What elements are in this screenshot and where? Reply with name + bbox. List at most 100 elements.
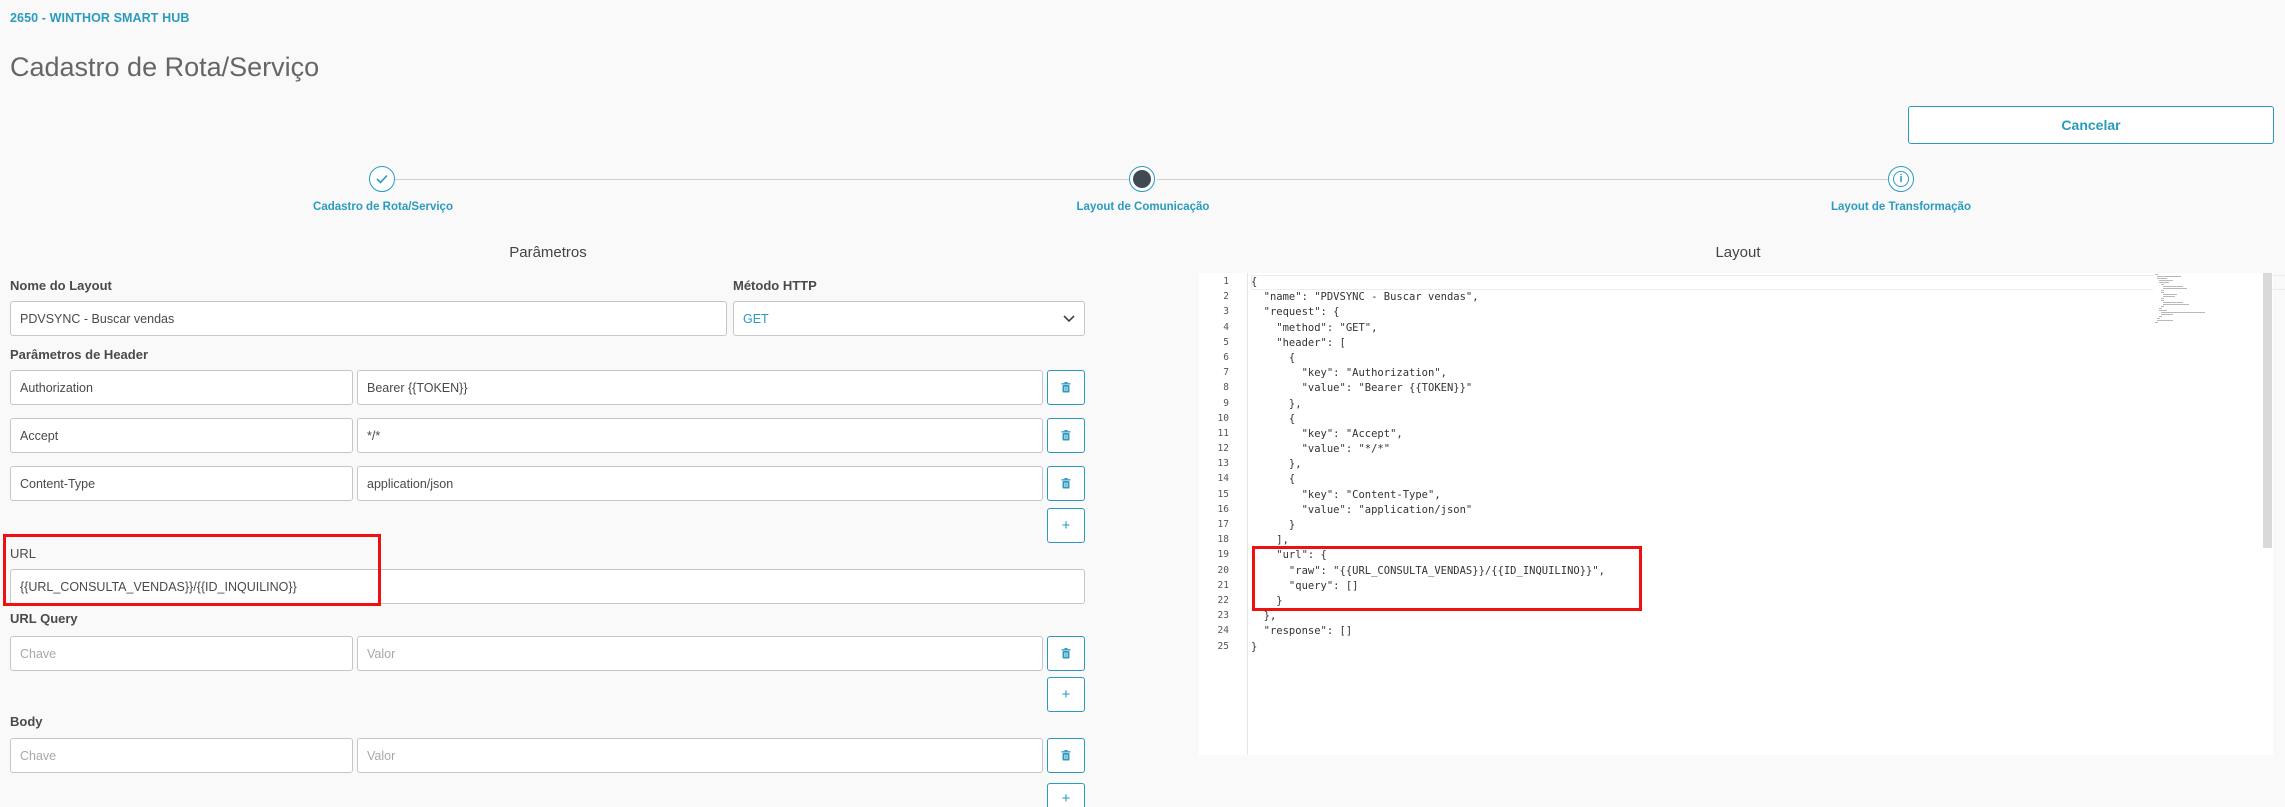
code-text: "request": { bbox=[1251, 306, 1340, 319]
layout-name-label: Nome do Layout bbox=[10, 278, 112, 293]
line-number: 4 bbox=[1223, 321, 1229, 333]
code-url-highlight-box bbox=[1252, 546, 1642, 611]
step-2-label: Layout de Comunicação bbox=[1076, 201, 1210, 213]
parameters-title: Parâmetros bbox=[509, 244, 587, 261]
code-line: 8 "value": "Bearer {{TOKEN}}" bbox=[1199, 382, 2259, 397]
url-query-key-input[interactable]: Chave bbox=[10, 636, 353, 671]
line-number: 15 bbox=[1217, 488, 1229, 500]
code-line: 23 }, bbox=[1199, 610, 2259, 625]
delete-query-button[interactable] bbox=[1047, 636, 1085, 671]
code-line: 4 "method": "GET", bbox=[1199, 322, 2259, 337]
code-text: "header": [ bbox=[1251, 336, 1346, 349]
delete-header-button[interactable] bbox=[1047, 418, 1085, 453]
header-value-input[interactable]: */* bbox=[357, 418, 1043, 453]
line-number: 14 bbox=[1217, 473, 1229, 485]
delete-header-button[interactable] bbox=[1047, 466, 1085, 501]
code-text: }, bbox=[1251, 610, 1277, 623]
line-number: 5 bbox=[1223, 336, 1229, 348]
trash-icon bbox=[1061, 430, 1071, 441]
code-text: "key": "Authorization", bbox=[1251, 367, 1447, 380]
line-number: 25 bbox=[1217, 640, 1229, 652]
code-text: "name": "PDVSYNC - Buscar vendas", bbox=[1251, 291, 1479, 304]
code-line: 9 }, bbox=[1199, 398, 2259, 413]
add-header-button[interactable]: + bbox=[1047, 508, 1085, 543]
url-query-value-input[interactable]: Valor bbox=[357, 636, 1043, 671]
header-key-input[interactable]: Authorization bbox=[10, 370, 353, 405]
trash-icon bbox=[1061, 478, 1071, 489]
step-1-check-icon[interactable] bbox=[369, 166, 395, 192]
code-line: 5 "header": [ bbox=[1199, 337, 2259, 352]
step-2-current-icon[interactable] bbox=[1129, 166, 1155, 192]
line-number: 16 bbox=[1217, 503, 1229, 515]
url-highlight-box bbox=[3, 534, 381, 606]
add-query-button[interactable]: + bbox=[1047, 677, 1085, 712]
code-text: { bbox=[1251, 276, 1258, 288]
line-number: 22 bbox=[1217, 594, 1229, 606]
header-value-input[interactable]: application/json bbox=[357, 466, 1043, 501]
code-line: 24 "response": [] bbox=[1199, 625, 2259, 640]
add-body-button[interactable]: + bbox=[1047, 783, 1085, 807]
line-number: 20 bbox=[1217, 564, 1229, 576]
header-key-input[interactable]: Accept bbox=[10, 418, 353, 453]
editor-scrollbar[interactable] bbox=[2263, 273, 2272, 548]
code-line: 12 "value": "*/*" bbox=[1199, 443, 2259, 458]
line-number: 10 bbox=[1217, 412, 1229, 424]
step-1-label: Cadastro de Rota/Serviço bbox=[313, 201, 453, 213]
line-number: 13 bbox=[1217, 458, 1229, 470]
code-line: 16 "value": "application/json" bbox=[1199, 504, 2259, 519]
http-method-value: GET bbox=[743, 311, 769, 326]
header-params-label: Parâmetros de Header bbox=[10, 347, 149, 362]
url-query-label: URL Query bbox=[10, 611, 78, 626]
code-text: }, bbox=[1251, 458, 1302, 471]
plus-icon: + bbox=[1061, 686, 1071, 703]
step-3-info-icon[interactable]: i bbox=[1888, 166, 1914, 192]
http-method-label: Método HTTP bbox=[733, 278, 817, 293]
app-code: 2650 - WINTHOR SMART HUB bbox=[10, 11, 190, 25]
body-key-input[interactable]: Chave bbox=[10, 738, 353, 773]
line-number: 9 bbox=[1223, 397, 1229, 409]
line-number: 2 bbox=[1223, 291, 1229, 303]
body-value-input[interactable]: Valor bbox=[357, 738, 1043, 773]
line-number: 24 bbox=[1217, 625, 1229, 637]
step-3-label: Layout de Transformação bbox=[1831, 201, 1971, 213]
code-text: "value": "Bearer {{TOKEN}}" bbox=[1251, 382, 1473, 395]
plus-icon: + bbox=[1061, 517, 1071, 534]
line-number: 19 bbox=[1217, 549, 1229, 561]
code-line: 11 "key": "Accept", bbox=[1199, 428, 2259, 443]
stepper-line bbox=[395, 179, 1142, 180]
delete-body-button[interactable] bbox=[1047, 738, 1085, 773]
http-method-select[interactable]: GET bbox=[733, 301, 1085, 336]
code-text: { bbox=[1251, 473, 1296, 486]
layout-title: Layout bbox=[1715, 244, 1761, 261]
delete-header-button[interactable] bbox=[1047, 370, 1085, 405]
line-number: 12 bbox=[1217, 443, 1229, 455]
code-line: 13 }, bbox=[1199, 458, 2259, 473]
layout-code-editor[interactable]: 1{2 "name": "PDVSYNC - Buscar vendas", 3 … bbox=[1199, 273, 2285, 755]
code-line: 25} bbox=[1199, 641, 2259, 656]
line-number: 11 bbox=[1217, 427, 1229, 439]
code-text: { bbox=[1251, 351, 1296, 364]
code-text: "key": "Content-Type", bbox=[1251, 488, 1441, 501]
code-line: 14 { bbox=[1199, 473, 2259, 488]
line-number: 23 bbox=[1217, 610, 1229, 622]
code-line: 10 { bbox=[1199, 413, 2259, 428]
cancel-button[interactable]: Cancelar bbox=[1908, 106, 2274, 144]
header-value-input[interactable]: Bearer {{TOKEN}} bbox=[357, 370, 1043, 405]
code-line: 17 } bbox=[1199, 519, 2259, 534]
code-text: } bbox=[1251, 519, 1296, 531]
code-line: 7 "key": "Authorization", bbox=[1199, 367, 2259, 382]
code-text: "value": "application/json" bbox=[1251, 503, 1473, 516]
trash-icon bbox=[1061, 382, 1071, 393]
page-title: Cadastro de Rota/Serviço bbox=[10, 52, 320, 82]
code-text: { bbox=[1251, 412, 1296, 425]
plus-icon: + bbox=[1061, 790, 1071, 807]
header-key-input[interactable]: Content-Type bbox=[10, 466, 353, 501]
line-number: 3 bbox=[1223, 306, 1229, 318]
stepper-line bbox=[1157, 179, 1888, 180]
layout-name-input[interactable]: PDVSYNC - Buscar vendas bbox=[10, 301, 727, 336]
code-line: 15 "key": "Content-Type", bbox=[1199, 489, 2259, 504]
code-minimap[interactable] bbox=[2153, 273, 2267, 333]
code-line: 3 "request": { bbox=[1199, 306, 2259, 321]
line-number: 7 bbox=[1223, 367, 1229, 379]
line-number: 21 bbox=[1217, 579, 1229, 591]
